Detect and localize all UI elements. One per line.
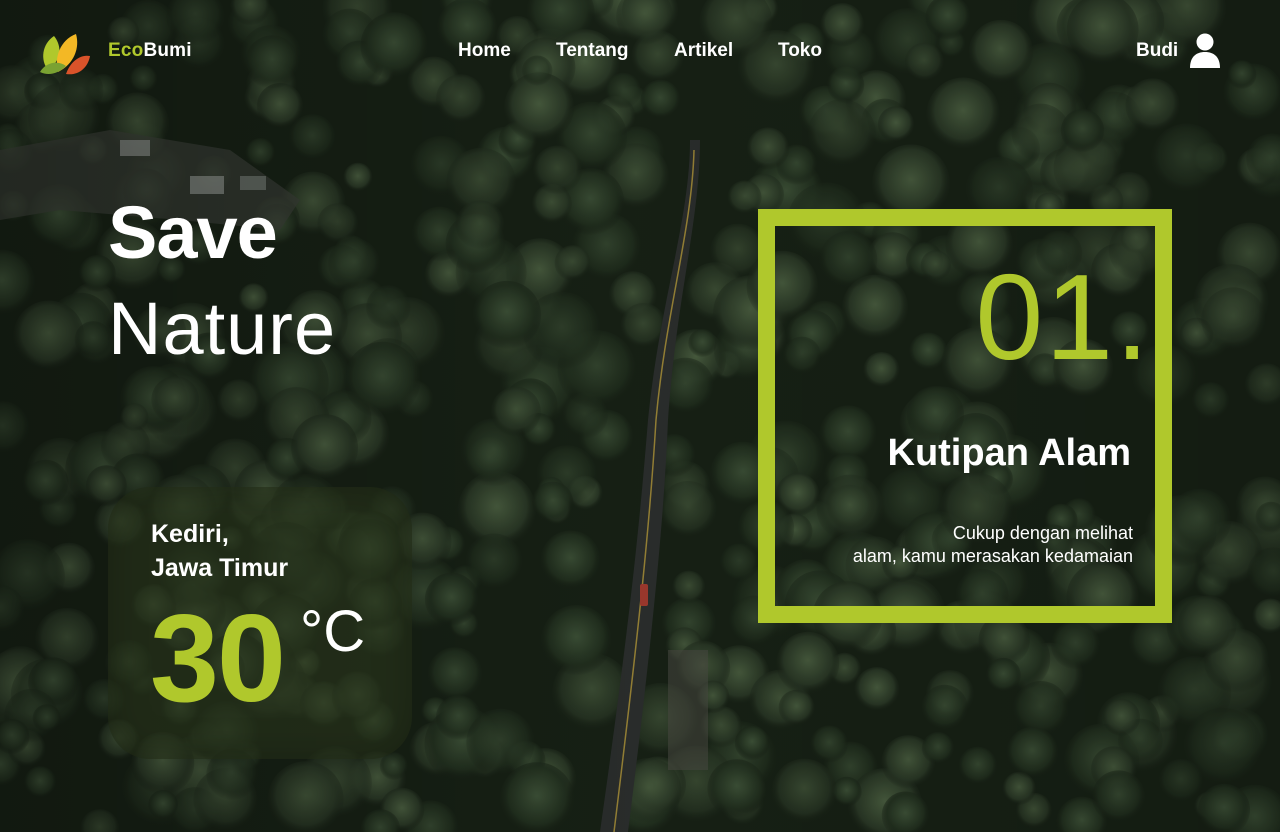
quote-line-2: alam, kamu merasakan kedamaian: [852, 546, 1133, 566]
brand-bumi: Bumi: [143, 40, 192, 61]
weather-location: Kediri, Jawa Timur: [151, 517, 288, 585]
nav-home[interactable]: Home: [458, 40, 511, 62]
weather-card: Kediri, Jawa Timur 30 °C: [108, 487, 412, 759]
hero-title-nature: Nature: [108, 287, 337, 370]
quote-card: 01. Kutipan Alam Cukup dengan melihat al…: [758, 209, 1172, 623]
user-name[interactable]: Budi: [1136, 40, 1178, 62]
quote-title: Kutipan Alam: [887, 432, 1132, 474]
quote-text: Cukup dengan melihat alam, kamu merasaka…: [773, 522, 1133, 568]
nav-tentang[interactable]: Tentang: [556, 40, 628, 62]
brand-eco: Eco: [108, 40, 144, 61]
weather-city: Kediri,: [151, 520, 229, 548]
nav-artikel[interactable]: Artikel: [674, 40, 733, 62]
hero-title-save: Save: [108, 191, 278, 274]
weather-temperature: 30: [150, 590, 286, 728]
nav-toko[interactable]: Toko: [778, 40, 822, 62]
brand-name[interactable]: EcoBumi: [108, 40, 192, 62]
leaf-logo-icon[interactable]: [36, 26, 90, 78]
weather-region: Jawa Timur: [151, 554, 289, 582]
quote-number: 01.: [975, 249, 1151, 385]
user-icon[interactable]: [1190, 33, 1220, 69]
weather-unit: °C: [300, 599, 366, 664]
quote-line-1: Cukup dengan melihat: [952, 523, 1133, 543]
